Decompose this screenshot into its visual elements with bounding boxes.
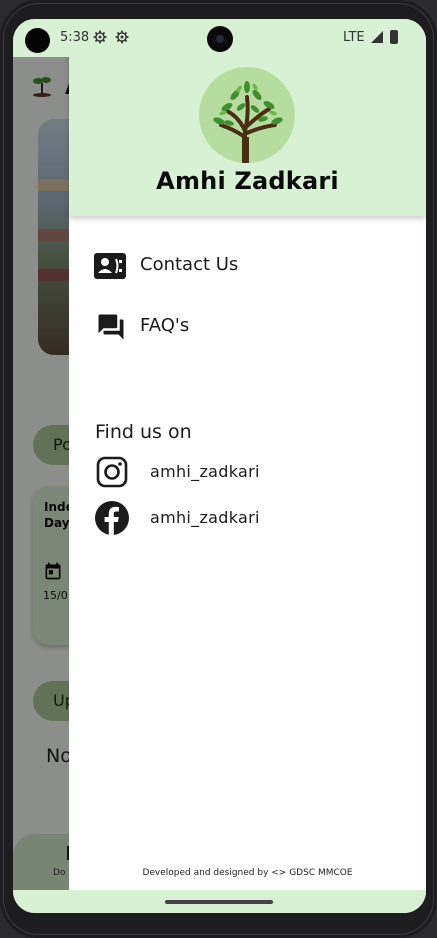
front-camera [207, 26, 233, 52]
settings-icon [93, 30, 107, 44]
settings-icon-2 [115, 30, 129, 44]
navigation-drawer: Amhi Zadkari Contact Us FAQ's Find us on… [69, 19, 426, 913]
drawer-title: Amhi Zadkari [156, 167, 339, 195]
tree-icon [213, 81, 283, 163]
menu-item-faqs[interactable]: FAQ's [69, 300, 426, 352]
status-bar: 5:38 LTE [13, 19, 426, 57]
facebook-icon [95, 501, 129, 535]
find-us-title: Find us on [95, 421, 192, 443]
facebook-handle: amhi_zadkari [150, 508, 260, 527]
status-time: 5:38 [60, 30, 90, 45]
home-indicator[interactable] [165, 900, 273, 904]
instagram-handle: amhi_zadkari [150, 462, 260, 481]
instagram-icon [96, 456, 128, 488]
contact-card-icon [94, 253, 126, 279]
forum-icon [98, 314, 124, 340]
menu-item-label: FAQ's [140, 315, 190, 336]
battery-icon [390, 30, 398, 44]
system-navigation-bar [13, 890, 426, 913]
social-link-facebook[interactable]: amhi_zadkari [69, 500, 426, 538]
footer-credit: Developed and designed by <> GDSC MMCOE [142, 868, 353, 878]
menu-item-label: Contact Us [140, 254, 239, 275]
screen: A Po Inde Day 15/0 Up No Do [13, 19, 426, 913]
app-logo [199, 67, 295, 163]
network-type: LTE [343, 30, 365, 45]
menu-item-contact-us[interactable]: Contact Us [69, 239, 426, 291]
punch-hole [25, 28, 50, 53]
social-link-instagram[interactable]: amhi_zadkari [69, 454, 426, 492]
signal-icon [371, 31, 383, 43]
phone-frame: A Po Inde Day 15/0 Up No Do [0, 0, 437, 938]
